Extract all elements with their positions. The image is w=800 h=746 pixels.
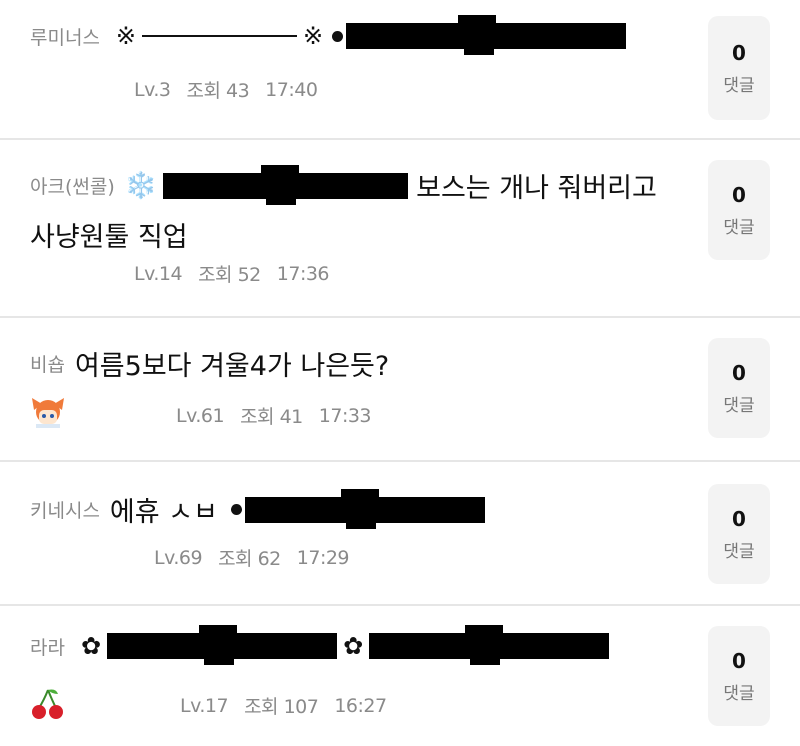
- post-time: 17:40: [265, 78, 318, 101]
- comment-count: 0: [732, 40, 746, 65]
- reference-mark-symbol: ※: [115, 22, 137, 50]
- post-title[interactable]: 여름5보다 겨울4가 나은듯?: [75, 344, 389, 383]
- decorative-line: [142, 35, 298, 37]
- reference-mark-symbol: ※: [303, 22, 324, 50]
- cherry-icon: [32, 689, 63, 719]
- post-item[interactable]: 루미너스 ※ ※ Lv.3 조회 43 17:40 0 댓글: [0, 0, 800, 140]
- post-category[interactable]: 비숍: [30, 350, 65, 377]
- comment-count: 0: [732, 360, 746, 385]
- user-level: Lv.14: [134, 262, 183, 285]
- post-title-continued[interactable]: 사냥원툴 직업: [30, 215, 680, 254]
- redacted-text: [244, 488, 485, 529]
- post-item[interactable]: 라라 ✿ ✿ Lv.17 조회 107 16:27 0 댓글: [0, 606, 800, 746]
- view-count: 조회 52: [198, 264, 261, 286]
- comment-label: 댓글: [723, 75, 755, 96]
- post-time: 17:33: [318, 404, 372, 427]
- post-title[interactable]: 보스는 개나 줘버리고: [416, 166, 657, 205]
- comment-count: 0: [732, 506, 746, 531]
- comment-label: 댓글: [723, 541, 755, 562]
- post-category[interactable]: 키네시스: [30, 496, 100, 523]
- snowflake-icon: ❄️: [124, 170, 158, 201]
- post-category[interactable]: 라라: [30, 633, 65, 660]
- redacted-text: [346, 15, 627, 55]
- post-time: 17:29: [296, 546, 350, 569]
- post-item[interactable]: 비숍 여름5보다 겨울4가 나은듯? Lv.61 조회 41 17:33 0 댓…: [0, 318, 800, 462]
- view-count: 조회 41: [240, 406, 303, 428]
- comment-count-box[interactable]: 0 댓글: [708, 338, 770, 438]
- comment-count-box[interactable]: 0 댓글: [708, 16, 770, 120]
- comment-count-box[interactable]: 0 댓글: [708, 160, 770, 260]
- flower-icon: ✿: [343, 632, 364, 660]
- bullet-dot: [230, 504, 242, 515]
- view-count: 조회 43: [186, 80, 250, 102]
- comment-label: 댓글: [723, 217, 755, 238]
- comment-count: 0: [732, 182, 746, 207]
- redacted-text: [369, 625, 610, 665]
- redacted-text: [107, 625, 338, 665]
- comment-count: 0: [732, 648, 746, 673]
- user-level: Lv.3: [134, 78, 171, 101]
- post-category[interactable]: 아크(썬콜): [30, 172, 115, 199]
- post-item[interactable]: 키네시스 에휴 ㅅㅂ Lv.69 조회 62 17:29 0 댓글: [0, 462, 800, 606]
- post-category[interactable]: 루미너스: [30, 23, 100, 50]
- comment-count-box[interactable]: 0 댓글: [708, 484, 770, 584]
- view-count: 조회 107: [244, 696, 319, 718]
- user-avatar: [32, 398, 64, 428]
- view-count: 조회 62: [218, 548, 281, 570]
- post-list: 루미너스 ※ ※ Lv.3 조회 43 17:40 0 댓글 아크(썬콜) ❄️: [0, 0, 800, 746]
- user-level: Lv.69: [154, 546, 203, 569]
- bullet-dot: [332, 30, 344, 42]
- user-level: Lv.61: [176, 404, 225, 427]
- comment-label: 댓글: [723, 395, 755, 416]
- flower-icon: ✿: [80, 632, 102, 660]
- post-time: 17:36: [276, 262, 330, 285]
- comment-count-box[interactable]: 0 댓글: [708, 626, 770, 726]
- redacted-text: [163, 164, 409, 205]
- comment-label: 댓글: [723, 683, 755, 704]
- user-level: Lv.17: [180, 694, 229, 717]
- post-title[interactable]: 에휴 ㅅㅂ: [110, 490, 218, 529]
- post-item[interactable]: 아크(썬콜) ❄️ 보스는 개나 줘버리고 사냥원툴 직업 Lv.14 조회 5…: [0, 140, 800, 318]
- post-time: 16:27: [334, 694, 387, 717]
